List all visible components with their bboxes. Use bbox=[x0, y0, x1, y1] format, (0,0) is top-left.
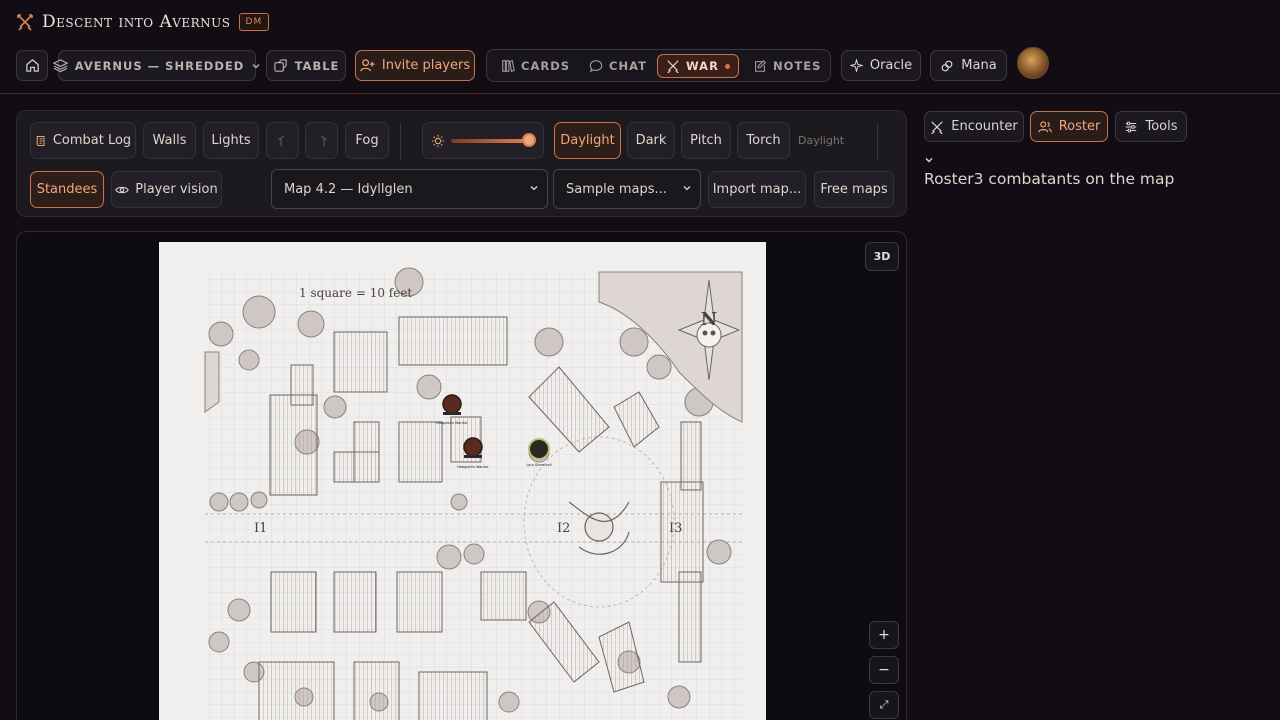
token-lyra: Lyra Stormveil bbox=[526, 438, 552, 467]
sparkle-icon bbox=[849, 59, 863, 72]
mana-label: Mana bbox=[961, 58, 997, 73]
chevron-down-icon bbox=[251, 61, 261, 71]
chevron-down-icon bbox=[529, 183, 539, 193]
combat-log-button[interactable]: Combat Log bbox=[30, 122, 136, 159]
map-scale-note: 1 square = 10 feet bbox=[299, 286, 412, 300]
area-label-i1: I1 bbox=[254, 521, 267, 536]
scroll-icon bbox=[35, 135, 47, 147]
mode-daylight[interactable]: Daylight bbox=[554, 122, 621, 159]
chevron-down-icon bbox=[682, 183, 692, 193]
table-label: TABLE bbox=[294, 58, 340, 73]
sun-icon bbox=[431, 134, 445, 148]
notes-edit-icon bbox=[753, 59, 767, 73]
token-label: Hobgoblin Warrior bbox=[436, 421, 468, 425]
nav-chat[interactable]: CHAT bbox=[589, 54, 647, 78]
oracle-button[interactable]: Oracle bbox=[841, 50, 921, 81]
mana-button[interactable]: Mana bbox=[930, 50, 1007, 81]
player-vision-toggle[interactable]: Player vision bbox=[111, 171, 222, 208]
redo-icon bbox=[317, 135, 327, 147]
tab-roster[interactable]: Roster bbox=[1030, 111, 1108, 142]
zoom-out-button[interactable]: − bbox=[869, 656, 899, 684]
mode-dark[interactable]: Dark bbox=[627, 122, 675, 159]
toolbar-divider bbox=[400, 123, 401, 159]
undo-button[interactable] bbox=[266, 122, 299, 159]
users-icon bbox=[1037, 120, 1052, 134]
battle-map-panel: N 1 square = 10 feet I1 I2 I3 Hobgoblin … bbox=[16, 231, 907, 720]
fit-to-view-button[interactable]: ⤢ bbox=[869, 691, 899, 719]
standees-toggle[interactable]: Standees bbox=[30, 171, 104, 208]
header-divider bbox=[0, 93, 1280, 94]
user-avatar[interactable] bbox=[1017, 47, 1049, 79]
main-nav: CARDS CHAT WAR NOTES bbox=[486, 49, 831, 82]
crossed-swords-icon bbox=[930, 120, 944, 134]
sliders-icon bbox=[1124, 120, 1138, 134]
toolbar-divider bbox=[877, 123, 878, 159]
zoom-in-button[interactable]: + bbox=[869, 621, 899, 649]
import-map-button[interactable]: Import map... bbox=[708, 171, 806, 208]
lights-button[interactable]: Lights bbox=[203, 122, 259, 159]
redo-button[interactable] bbox=[305, 122, 338, 159]
table-button[interactable]: TABLE bbox=[266, 50, 346, 81]
app-title: Descent into Avernus bbox=[42, 12, 231, 32]
crossed-swords-icon bbox=[16, 13, 34, 31]
nav-war[interactable]: WAR bbox=[657, 54, 739, 78]
chevron-down-icon[interactable] bbox=[924, 155, 934, 165]
campaign-selector[interactable]: AVERNUS — SHREDDED bbox=[52, 50, 260, 81]
home-button[interactable] bbox=[16, 50, 48, 81]
walls-button[interactable]: Walls bbox=[143, 122, 196, 159]
brightness-slider-track[interactable] bbox=[451, 139, 529, 143]
free-maps-button[interactable]: Free maps bbox=[814, 171, 894, 208]
user-plus-icon bbox=[360, 58, 375, 73]
map-select[interactable]: Map 4.2 — Idyllglen bbox=[271, 169, 548, 209]
area-label-i3: I3 bbox=[669, 521, 682, 536]
area-label-i2: I2 bbox=[557, 521, 570, 536]
home-icon bbox=[25, 58, 40, 73]
undo-icon bbox=[277, 135, 288, 147]
link-icon bbox=[940, 59, 954, 73]
crossed-swords-icon bbox=[666, 59, 680, 73]
war-status-dot bbox=[724, 63, 730, 69]
layers-icon bbox=[52, 58, 68, 73]
view-3d-button[interactable]: 3D bbox=[865, 242, 899, 271]
nav-notes[interactable]: NOTES bbox=[753, 54, 821, 78]
tab-encounter[interactable]: Encounter bbox=[924, 111, 1024, 142]
tab-tools[interactable]: Tools bbox=[1115, 111, 1187, 142]
compass-north-label: N bbox=[701, 309, 717, 330]
campaign-label: AVERNUS — SHREDDED bbox=[74, 58, 245, 73]
nav-cards[interactable]: CARDS bbox=[501, 54, 570, 78]
app-brand: Descent into Avernus DM bbox=[16, 10, 270, 34]
battle-map-image[interactable]: N 1 square = 10 feet I1 I2 I3 Hobgoblin … bbox=[159, 242, 766, 720]
lighting-mode-status: Daylight bbox=[798, 134, 845, 147]
oracle-label: Oracle bbox=[869, 58, 913, 73]
dice-icon bbox=[273, 58, 288, 73]
sample-maps-select[interactable]: Sample maps... bbox=[553, 169, 701, 209]
eye-icon bbox=[115, 183, 129, 197]
roster-summary: Roster3 combatants on the map bbox=[924, 170, 1175, 188]
token-label: Hobgoblin Warrior bbox=[457, 465, 489, 469]
invite-label: Invite players bbox=[381, 58, 471, 73]
brightness-slider-handle[interactable] bbox=[522, 133, 536, 147]
mode-pitch[interactable]: Pitch bbox=[681, 122, 731, 159]
fog-button[interactable]: Fog bbox=[345, 122, 389, 159]
role-badge: DM bbox=[238, 13, 270, 31]
chat-bubble-icon bbox=[589, 59, 603, 73]
token-label: Lyra Stormveil bbox=[526, 463, 551, 467]
cards-icon bbox=[501, 59, 515, 73]
invite-players-button[interactable]: Invite players bbox=[355, 50, 475, 81]
mode-torch[interactable]: Torch bbox=[737, 122, 790, 159]
